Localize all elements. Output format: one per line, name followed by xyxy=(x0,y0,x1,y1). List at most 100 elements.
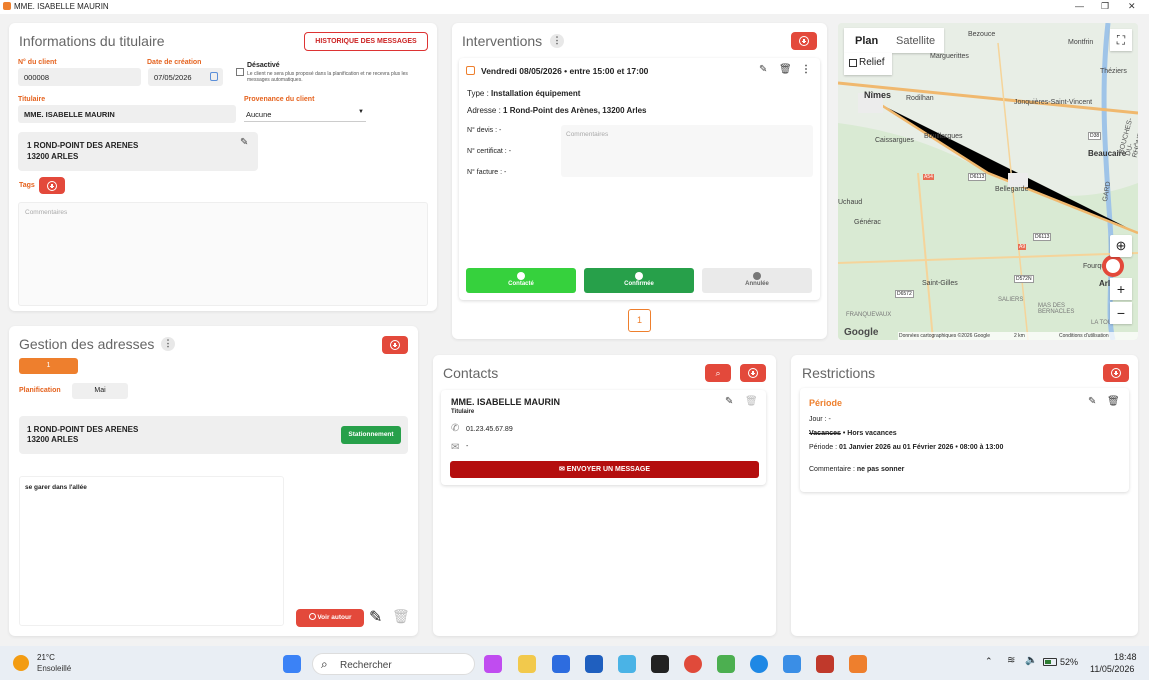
contact-role: Titulaire xyxy=(451,409,475,415)
send-message-button[interactable]: ✉ ENVOYER UN MESSAGE xyxy=(450,461,759,478)
plus-icon xyxy=(47,181,57,191)
minimize-icon[interactable]: — xyxy=(1075,1,1084,11)
map-place: Générac xyxy=(854,219,881,226)
relief-checkbox[interactable] xyxy=(849,59,857,67)
copilot-icon[interactable] xyxy=(484,655,502,673)
add-tag-button[interactable] xyxy=(39,177,65,194)
map-tab-plan[interactable]: Plan xyxy=(855,35,878,47)
location-marker-icon[interactable] xyxy=(1102,255,1124,277)
chevron-up-icon[interactable]: ⌃ xyxy=(985,656,993,667)
edit-icon[interactable]: ✎ xyxy=(1088,396,1096,407)
wifi-icon[interactable]: ≋ xyxy=(1007,655,1015,666)
notepad-icon[interactable] xyxy=(783,655,801,673)
contacts-heading: Contacts xyxy=(443,365,499,381)
recenter-icon[interactable]: ⊕ xyxy=(1110,235,1132,257)
parking-button[interactable]: Stationnement xyxy=(341,426,401,444)
figma-icon[interactable] xyxy=(651,655,669,673)
trash-icon[interactable]: 🗑 xyxy=(745,396,758,407)
map-type-control: Plan Satellite xyxy=(844,28,944,53)
edit-icon[interactable]: ✎ xyxy=(369,607,382,627)
map[interactable]: Plan Satellite Relief ⛶ Bezouce Montfrin… xyxy=(838,23,1138,340)
around-button[interactable]: Voir autour xyxy=(296,609,364,627)
contact-email[interactable]: - xyxy=(466,443,468,450)
weather-text: Ensoleillé xyxy=(37,664,72,673)
vacances-label: Vacances xyxy=(809,430,841,437)
chrome-icon[interactable] xyxy=(684,655,702,673)
app-logo-icon[interactable] xyxy=(849,655,867,673)
more-vert-icon[interactable]: ⋮ xyxy=(801,64,811,75)
editor-icon[interactable] xyxy=(717,655,735,673)
tags-label: Tags xyxy=(19,182,35,189)
map-place: Montfrin xyxy=(1068,39,1094,46)
calendar-icon xyxy=(466,66,475,75)
disabled-label: Désactivé xyxy=(247,62,280,69)
date-field[interactable]: 07/05/2026 xyxy=(148,68,223,86)
comments-area[interactable]: Commentaires xyxy=(18,202,428,306)
fullscreen-icon[interactable]: ⛶ xyxy=(1110,29,1132,51)
address-note-area[interactable]: se garer dans l'allée xyxy=(19,476,284,626)
restrictions-card: Restrictions Période ✎ 🗑 Jour : - Vacanc… xyxy=(791,355,1138,636)
status-annulee-button[interactable]: Annulée xyxy=(702,268,812,293)
map-place: SALIERS xyxy=(998,297,1024,303)
facture-text: N° facture : - xyxy=(467,169,507,176)
titulaire-heading: Informations du titulaire xyxy=(19,33,165,49)
add-restriction-button[interactable] xyxy=(1103,364,1129,382)
contacts-card: Contacts ⌕ MME. ISABELLE MAURIN Titulair… xyxy=(433,355,776,636)
origin-select[interactable]: Aucune ▼ xyxy=(244,105,366,122)
intervention-item: Vendredi 08/05/2026 • entre 15:00 et 17:… xyxy=(459,58,820,300)
volume-icon[interactable]: 🔈 xyxy=(1025,655,1037,666)
map-place: Rodilhan xyxy=(906,95,934,102)
add-intervention-button[interactable] xyxy=(791,32,817,50)
status-confirmee-button[interactable]: Confirmée xyxy=(584,268,694,293)
trash-icon[interactable]: 🗑 xyxy=(392,608,410,625)
client-no-field[interactable]: 000008 xyxy=(18,68,141,86)
clock-date[interactable]: 11/05/2026 xyxy=(1090,664,1134,674)
edit-icon[interactable]: ✎ xyxy=(759,64,767,75)
edit-icon[interactable]: ✎ xyxy=(725,396,733,407)
map-place: Marguerittes xyxy=(930,53,969,60)
map-tab-satellite[interactable]: Satellite xyxy=(896,35,935,47)
intervention-comments[interactable]: Commentaires xyxy=(561,125,813,177)
close-icon[interactable]: ✕ xyxy=(1128,1,1136,12)
edit-icon[interactable]: ✎ xyxy=(240,137,248,148)
map-road: D6572 xyxy=(895,290,914,298)
window-title: MME. ISABELLE MAURIN xyxy=(14,2,109,11)
vacances-value: • Hors vacances xyxy=(842,430,897,437)
history-button[interactable]: HISTORIQUE DES MESSAGES xyxy=(304,32,428,51)
app-icon[interactable] xyxy=(585,655,603,673)
clock-time[interactable]: 18:48 xyxy=(1114,652,1137,662)
calendar-icon[interactable] xyxy=(210,72,218,81)
period-value: 01 Janvier 2026 au 01 Février 2026 • 08:… xyxy=(838,444,1004,451)
file-explorer-icon[interactable] xyxy=(518,655,536,673)
holder-field[interactable]: MME. ISABELLE MAURIN xyxy=(18,105,236,123)
more-options-icon[interactable]: ⋮ xyxy=(161,337,175,351)
trash-icon[interactable]: 🗑 xyxy=(779,64,792,75)
map-place: MAS DES BERNACLES xyxy=(1038,303,1075,315)
contact-phone[interactable]: 01.23.45.67.89 xyxy=(466,426,513,433)
zoom-in-icon[interactable]: + xyxy=(1110,278,1132,300)
maximize-icon[interactable]: ❐ xyxy=(1101,1,1109,12)
more-options-icon[interactable]: ⋮ xyxy=(550,34,564,48)
add-contact-button[interactable] xyxy=(740,364,766,382)
edge-icon[interactable] xyxy=(750,655,768,673)
trash-icon[interactable]: 🗑 xyxy=(1107,396,1120,407)
disabled-checkbox[interactable] xyxy=(236,68,244,76)
month-chip[interactable]: Mai xyxy=(72,383,128,399)
zoom-out-icon[interactable]: − xyxy=(1110,302,1132,324)
address-tab[interactable]: 1 xyxy=(19,358,78,374)
battery-icon[interactable] xyxy=(1043,658,1057,666)
filezilla-icon[interactable] xyxy=(816,655,834,673)
map-place: Caissargues xyxy=(875,137,914,144)
status-contacte-button[interactable]: Contacté xyxy=(466,268,576,293)
store-icon[interactable] xyxy=(552,655,570,673)
comment-label: Commentaire : xyxy=(809,466,855,473)
comment-value: ne pas sonner xyxy=(856,466,905,473)
search-contact-button[interactable]: ⌕ xyxy=(705,364,731,382)
taskbar-search[interactable]: ⌕ Rechercher xyxy=(312,653,475,675)
add-address-button[interactable] xyxy=(382,336,408,354)
relief-control[interactable]: Relief xyxy=(844,53,892,75)
map-terms[interactable]: Conditions d'utilisation xyxy=(1059,333,1109,339)
snipping-icon[interactable] xyxy=(618,655,636,673)
windows-start-icon[interactable] xyxy=(283,655,301,673)
page-button[interactable]: 1 xyxy=(628,309,651,332)
